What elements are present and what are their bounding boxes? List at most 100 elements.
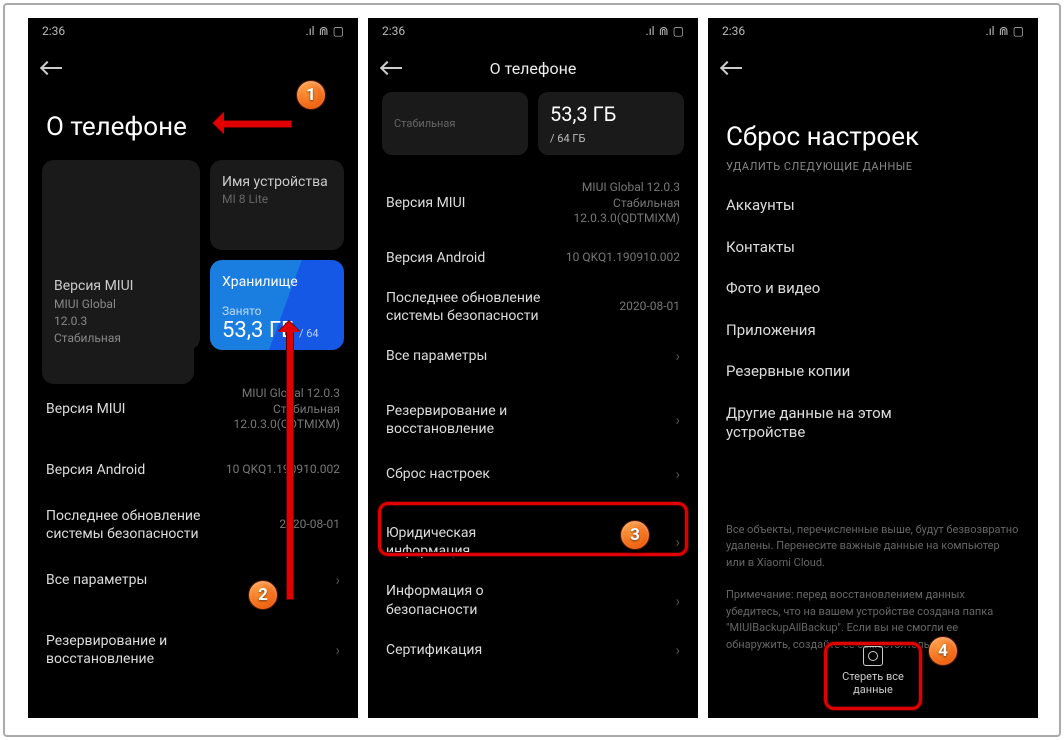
list-item-photos: Фото и видео [708, 268, 1038, 310]
security-update-label: Последнее обновление системы безопасност… [46, 507, 222, 543]
row-miui-version[interactable]: Версия MIUI MIUI Global 12.0.3 Стабильна… [368, 169, 698, 238]
storage-card[interactable]: 53,3 ГБ / 64 ГБ [538, 92, 684, 155]
status-bar: 2:36 .ıl ⋒ ▢ [28, 18, 358, 44]
row-android-version[interactable]: Версия Android 10 QKQ1.190910.002 [28, 447, 358, 493]
signal-icon: .ıl [646, 24, 655, 38]
arrow-left-icon [202, 116, 292, 130]
row-security-update[interactable]: Последнее обновление системы безопасност… [368, 278, 698, 336]
backup-restore-label: Резервирование и восстановление [46, 632, 222, 668]
row-security-update[interactable]: Последнее обновление системы безопасност… [28, 493, 358, 557]
security-info-label: Информация о безопасности [386, 582, 562, 618]
signal-icon: .ıl [306, 24, 315, 38]
row-all-params[interactable]: Все параметры › [368, 336, 698, 376]
status-icons: .ıl ⋒ ▢ [986, 24, 1024, 38]
warning-note-1: Все объекты, перечисленные выше, будут б… [708, 514, 1038, 580]
android-version-label: Версия Android [386, 249, 485, 267]
erase-button-container: Стереть все данные [828, 638, 918, 704]
all-params-label: Все параметры [386, 347, 487, 365]
annotation-arrow-1 [202, 116, 292, 130]
top-cards: Стабильная 53,3 ГБ / 64 ГБ [368, 92, 698, 161]
annotation-badge-1: 1 [296, 80, 326, 110]
step-badge: 2 [248, 580, 278, 610]
chevron-right-icon: › [335, 641, 340, 659]
screen-reset-settings: 2:36 .ıl ⋒ ▢ Сброс настроек УДАЛИТЬ СЛЕД… [708, 18, 1038, 718]
row-backup-restore[interactable]: Резервирование и восстановление › [368, 391, 698, 449]
clock: 2:36 [382, 24, 405, 38]
header-title: О телефоне [490, 59, 577, 78]
arrow-up-icon [282, 310, 296, 600]
android-version-value: 10 QKQ1.190910.002 [566, 250, 680, 266]
chevron-right-icon: › [675, 533, 680, 551]
row-security-info[interactable]: Информация о безопасности › [368, 571, 698, 629]
status-icons: .ıl ⋒ ▢ [646, 24, 684, 38]
signal-icon: .ıl [986, 24, 995, 38]
chevron-right-icon: › [675, 347, 680, 365]
clock: 2:36 [42, 24, 65, 38]
miui-global-text: MIUI Global [54, 297, 182, 311]
miui-version-card-label: Версия MIUI [54, 278, 182, 294]
header [708, 44, 1038, 92]
all-params-label: Все параметры [46, 571, 147, 589]
chevron-right-icon: › [675, 411, 680, 429]
screen-about-phone-scrolled: 2:36 .ıl ⋒ ▢ О телефоне Стабильная 53,3 … [368, 18, 698, 718]
photos-label: Фото и видео [726, 279, 820, 299]
header: О телефоне [368, 44, 698, 92]
security-update-value: 2020-08-01 [619, 299, 680, 315]
row-miui-version[interactable]: Версия MIUI MIUI Global 12.0.3 Стабильна… [28, 372, 358, 447]
backups-label: Резервные копии [726, 362, 850, 382]
contacts-label: Контакты [726, 238, 795, 258]
reset-data-list: Аккаунты Контакты Фото и видео Приложени… [708, 185, 1038, 454]
battery-icon: ▢ [1013, 24, 1024, 38]
list-item-apps: Приложения [708, 310, 1038, 352]
miui-version-row-value: MIUI Global 12.0.3 Стабильная 12.0.3.0(Q… [574, 180, 680, 227]
other-data-label: Другие данные на этом устройстве [726, 404, 902, 443]
row-android-version[interactable]: Версия Android 10 QKQ1.190910.002 [368, 238, 698, 278]
storage-card[interactable]: Хранилище Занято 53,3 ГБ / 64 ГБ [210, 260, 344, 350]
annotation-badge-2: 2 [248, 580, 278, 610]
certification-label: Сертификация [386, 641, 482, 659]
wifi-icon: ⋒ [999, 24, 1009, 38]
storage-used-label: Занято [222, 304, 332, 318]
device-name-card[interactable]: Имя устройства MI 8 Lite [210, 160, 344, 250]
annotation-badge-4: 4 [928, 636, 958, 666]
miui-version-num: 12.0.3 [54, 314, 182, 328]
erase-icon [863, 646, 883, 666]
backup-restore-label: Резервирование и восстановление [386, 402, 562, 438]
miui-version-row-label: Версия MIUI [46, 400, 126, 418]
miui-version-row-label: Версия MIUI [386, 194, 466, 212]
back-arrow-icon[interactable] [42, 67, 62, 69]
step-badge: 3 [620, 520, 650, 550]
chevron-right-icon: › [675, 592, 680, 610]
list-item-accounts: Аккаунты [708, 185, 1038, 227]
status-bar: 2:36 .ıl ⋒ ▢ [368, 18, 698, 44]
page-subtitle: УДАЛИТЬ СЛЕДУЮЩИЕ ДАННЫЕ [708, 160, 1038, 185]
row-all-params[interactable]: Все параметры › [28, 557, 358, 603]
storage-used-value: 53,3 ГБ [550, 102, 616, 126]
status-bar: 2:36 .ıl ⋒ ▢ [708, 18, 1038, 44]
wifi-icon: ⋒ [659, 24, 669, 38]
battery-icon: ▢ [673, 24, 684, 38]
android-version-label: Версия Android [46, 461, 145, 479]
miui-version-card[interactable]: Версия MIUI MIUI Global 12.0.3 Стабильна… [42, 194, 194, 384]
device-name-label: Имя устройства [222, 174, 332, 190]
annotation-arrow-2 [282, 310, 296, 600]
erase-button-label: Стереть все данные [834, 670, 912, 696]
battery-icon: ▢ [333, 24, 344, 38]
erase-all-data-button[interactable]: Стереть все данные [828, 638, 918, 704]
row-certification[interactable]: Сертификация › [368, 630, 698, 670]
miui-channel: Стабильная [54, 331, 182, 345]
legal-info-label: Юридическая информация [386, 524, 562, 560]
storage-label: Хранилище [222, 274, 332, 290]
back-arrow-icon[interactable] [382, 67, 402, 69]
list-item-contacts: Контакты [708, 227, 1038, 269]
row-backup-restore[interactable]: Резервирование и восстановление › [28, 618, 358, 682]
step-badge: 4 [928, 636, 958, 666]
storage-total-suffix: / 64 ГБ [550, 132, 585, 145]
clock: 2:36 [722, 24, 745, 38]
status-icons: .ıl ⋒ ▢ [306, 24, 344, 38]
channel-card-fragment: Стабильная [382, 92, 528, 155]
screen-about-phone: 2:36 .ıl ⋒ ▢ О телефоне 12 Имя устройств… [28, 18, 358, 718]
accounts-label: Аккаунты [726, 196, 795, 216]
row-reset-settings[interactable]: Сброс настроек › [368, 449, 698, 499]
back-arrow-icon[interactable] [722, 67, 742, 69]
